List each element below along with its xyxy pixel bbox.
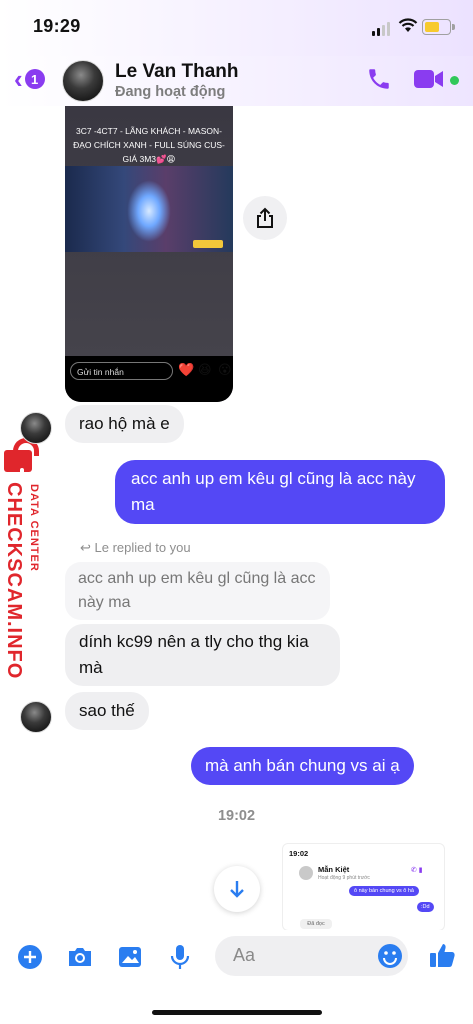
status-bar: 19:29 (0, 0, 473, 56)
story-image: 3C7 -4CT7 - LÃNG KHÁCH - MASON- ĐẠO CHÍC… (65, 106, 233, 356)
laugh-reaction-icon[interactable]: 😆 (198, 362, 212, 378)
watermark-sub-text: DATA CENTER (28, 484, 40, 572)
reply-icon: ↩ (80, 540, 95, 555)
avatar[interactable] (20, 412, 52, 444)
home-indicator (152, 1010, 322, 1015)
checkscam-watermark: CHECKSCAM.INFO DATA CENTER (0, 438, 52, 680)
message-bubble-incoming[interactable]: rao hộ mà e (65, 405, 184, 443)
arrow-down-icon (230, 881, 244, 898)
story-reply-bar: Gửi tin nhắn ❤️ 😆 😮 (65, 356, 233, 402)
voice-button[interactable] (165, 942, 195, 972)
contact-name[interactable]: Le Van Thanh (115, 61, 239, 83)
quoted-message[interactable]: acc anh up em kêu gl cũng là acc này ma (65, 562, 330, 620)
game-button (193, 240, 223, 248)
watermark-main-text: CHECKSCAM.INFO (3, 482, 25, 680)
message-bubble-incoming[interactable]: dính kc99 nên a tly cho thg kia mà (65, 624, 340, 686)
heart-reaction-icon[interactable]: ❤️ (178, 362, 194, 378)
unread-count-badge: 1 (24, 69, 45, 89)
cellular-signal-icon (372, 22, 390, 36)
story-reply-input[interactable]: Gửi tin nhắn (70, 362, 173, 380)
battery-icon (422, 19, 455, 35)
story-card[interactable]: 3C7 -4CT7 - LÃNG KHÁCH - MASON- ĐẠO CHÍC… (65, 106, 233, 402)
contact-status: Đang hoạt động (115, 84, 226, 100)
thumbs-up-icon (430, 944, 455, 967)
message-bubble-incoming[interactable]: sao thế (65, 692, 149, 730)
emoji-icon[interactable] (377, 943, 403, 969)
call-icons: ✆ ▮ (411, 867, 423, 874)
message-input[interactable]: Aa (215, 936, 408, 976)
plus-button[interactable] (15, 942, 45, 972)
message-input-placeholder: Aa (233, 945, 256, 965)
message-bubble-outgoing[interactable]: mà anh bán chung vs ai ạ (191, 747, 414, 785)
read-receipt-tag: Đã đọc (300, 919, 332, 929)
avatar (299, 866, 313, 880)
scroll-to-bottom-button[interactable] (214, 866, 260, 912)
avatar[interactable] (62, 60, 104, 102)
wow-reaction-icon[interactable]: 😮 (218, 362, 232, 378)
game-character-glow (127, 180, 171, 242)
conversation-header: ‹ 1 Le Van Thanh Đang hoạt động (0, 56, 473, 106)
back-button[interactable]: ‹ 1 (14, 66, 45, 92)
story-caption: 3C7 -4CT7 - LÃNG KHÁCH - MASON- ĐẠO CHÍC… (73, 126, 225, 164)
chevron-left-icon: ‹ (14, 64, 23, 94)
gallery-button[interactable] (115, 942, 145, 972)
reply-indicator: ↩ Le replied to you (80, 540, 191, 555)
camera-icon (69, 948, 91, 966)
clock: 19:29 (33, 16, 81, 36)
image-icon (119, 947, 141, 967)
message-bubble-outgoing[interactable]: acc anh up em kêu gl cũng là acc này ma (115, 460, 445, 524)
online-status-dot (450, 76, 459, 85)
message-timestamp: 19:02 (217, 808, 256, 824)
share-button[interactable] (243, 196, 287, 240)
share-icon (257, 207, 273, 228)
avatar[interactable] (20, 701, 52, 733)
phone-call-icon[interactable] (366, 66, 392, 92)
plus-icon (18, 945, 42, 969)
video-call-icon[interactable] (413, 68, 445, 90)
game-screenshot-image (65, 166, 233, 252)
microphone-icon (170, 945, 190, 969)
image-attachment[interactable]: 19:02 Mẫn Kiệt Hoạt động 9 phút trước ✆ … (282, 843, 445, 931)
camera-button[interactable] (65, 942, 95, 972)
like-button[interactable] (427, 940, 457, 970)
wifi-icon (398, 18, 418, 32)
message-composer: Aa (0, 930, 473, 1024)
